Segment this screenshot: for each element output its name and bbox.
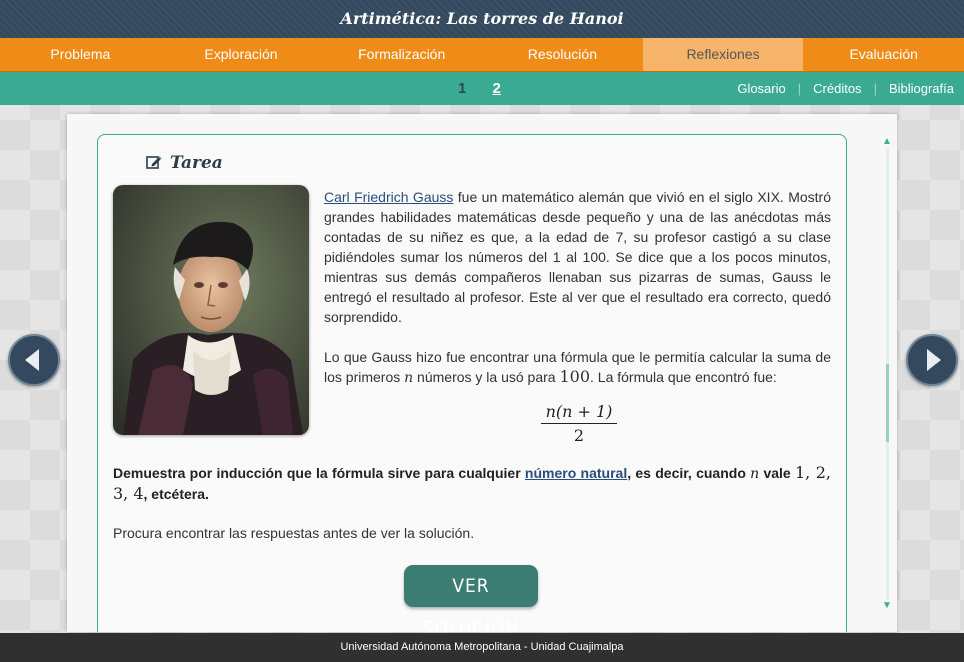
tab-problema[interactable]: Problema — [0, 38, 161, 71]
ver-solucion-button[interactable]: VER SOLUCIÓN — [404, 565, 538, 632]
formula-text: . La fórmula que encontró fue: — [590, 369, 777, 385]
gauss-formula: n(n + 1) 2 — [541, 402, 617, 445]
scrollbar[interactable]: ▲ ▼ — [882, 136, 892, 612]
sub-nav: 1 2 Glosario | Créditos | Bibliografía — [0, 72, 964, 105]
gauss-paragraph: Carl Friedrich Gauss fue un matemático a… — [324, 187, 831, 327]
formula-denominator: 2 — [573, 426, 585, 445]
tab-evaluacion[interactable]: Evaluación — [803, 38, 964, 71]
page-link-2[interactable]: 2 — [493, 80, 501, 97]
variable-n: n — [750, 466, 760, 482]
section-title: Tarea — [146, 153, 223, 173]
formula-text: números y la usó para — [413, 369, 560, 385]
task-card: Tarea Carl Friedrich Gauss fue un matemá… — [97, 134, 847, 632]
tab-reflexiones[interactable]: Reflexiones — [642, 38, 804, 71]
numero-natural-link[interactable]: número natural — [525, 465, 627, 481]
task-text: vale — [759, 465, 795, 481]
task-text: , es decir, cuando — [627, 465, 751, 481]
next-arrow-button[interactable] — [906, 334, 958, 386]
divider: | — [873, 81, 877, 96]
gauss-text: fue un matemático alemán que vivió en el… — [324, 189, 831, 325]
divider: | — [797, 81, 802, 96]
formula-numerator: n(n + 1) — [541, 402, 617, 424]
scroll-down-icon[interactable]: ▼ — [882, 600, 892, 612]
gauss-link[interactable]: Carl Friedrich Gauss — [324, 189, 453, 205]
edit-icon — [146, 156, 162, 169]
hint-text: Procura encontrar las respuestas antes d… — [113, 525, 475, 541]
section-title-text: Tarea — [170, 153, 223, 173]
main-nav: Problema Exploración Formalización Resol… — [0, 38, 964, 72]
variable-n: n — [404, 370, 414, 386]
content-panel: Tarea Carl Friedrich Gauss fue un matemá… — [67, 114, 897, 632]
page-pagination: 1 2 — [458, 72, 523, 105]
task-text: , etcétera. — [143, 486, 209, 502]
sub-nav-links: Glosario | Créditos | Bibliografía — [737, 72, 954, 105]
tab-formalizacion[interactable]: Formalización — [321, 38, 482, 71]
task-text: Demuestra por inducción que la fórmula s… — [113, 465, 525, 481]
gauss-portrait — [113, 185, 309, 435]
footer: Universidad Autónoma Metropolitana - Uni… — [0, 633, 964, 662]
prev-arrow-button[interactable] — [8, 334, 60, 386]
formula-paragraph: Lo que Gauss hizo fue encontrar una fórm… — [324, 347, 831, 388]
scroll-thumb[interactable] — [886, 364, 889, 442]
chevron-right-icon — [927, 349, 941, 371]
app-title: Artimética: Las torres de Hanoi — [0, 0, 964, 38]
task-statement: Demuestra por inducción que la fórmula s… — [113, 463, 831, 504]
tab-resolucion[interactable]: Resolución — [482, 38, 643, 71]
glosario-link[interactable]: Glosario — [737, 81, 785, 96]
number-100: 100 — [559, 367, 591, 386]
chevron-left-icon — [25, 349, 39, 371]
tab-exploracion[interactable]: Exploración — [161, 38, 322, 71]
bibliografia-link[interactable]: Bibliografía — [889, 81, 954, 96]
creditos-link[interactable]: Créditos — [813, 81, 861, 96]
page-link-1[interactable]: 1 — [458, 80, 466, 97]
scroll-up-icon[interactable]: ▲ — [882, 136, 892, 148]
